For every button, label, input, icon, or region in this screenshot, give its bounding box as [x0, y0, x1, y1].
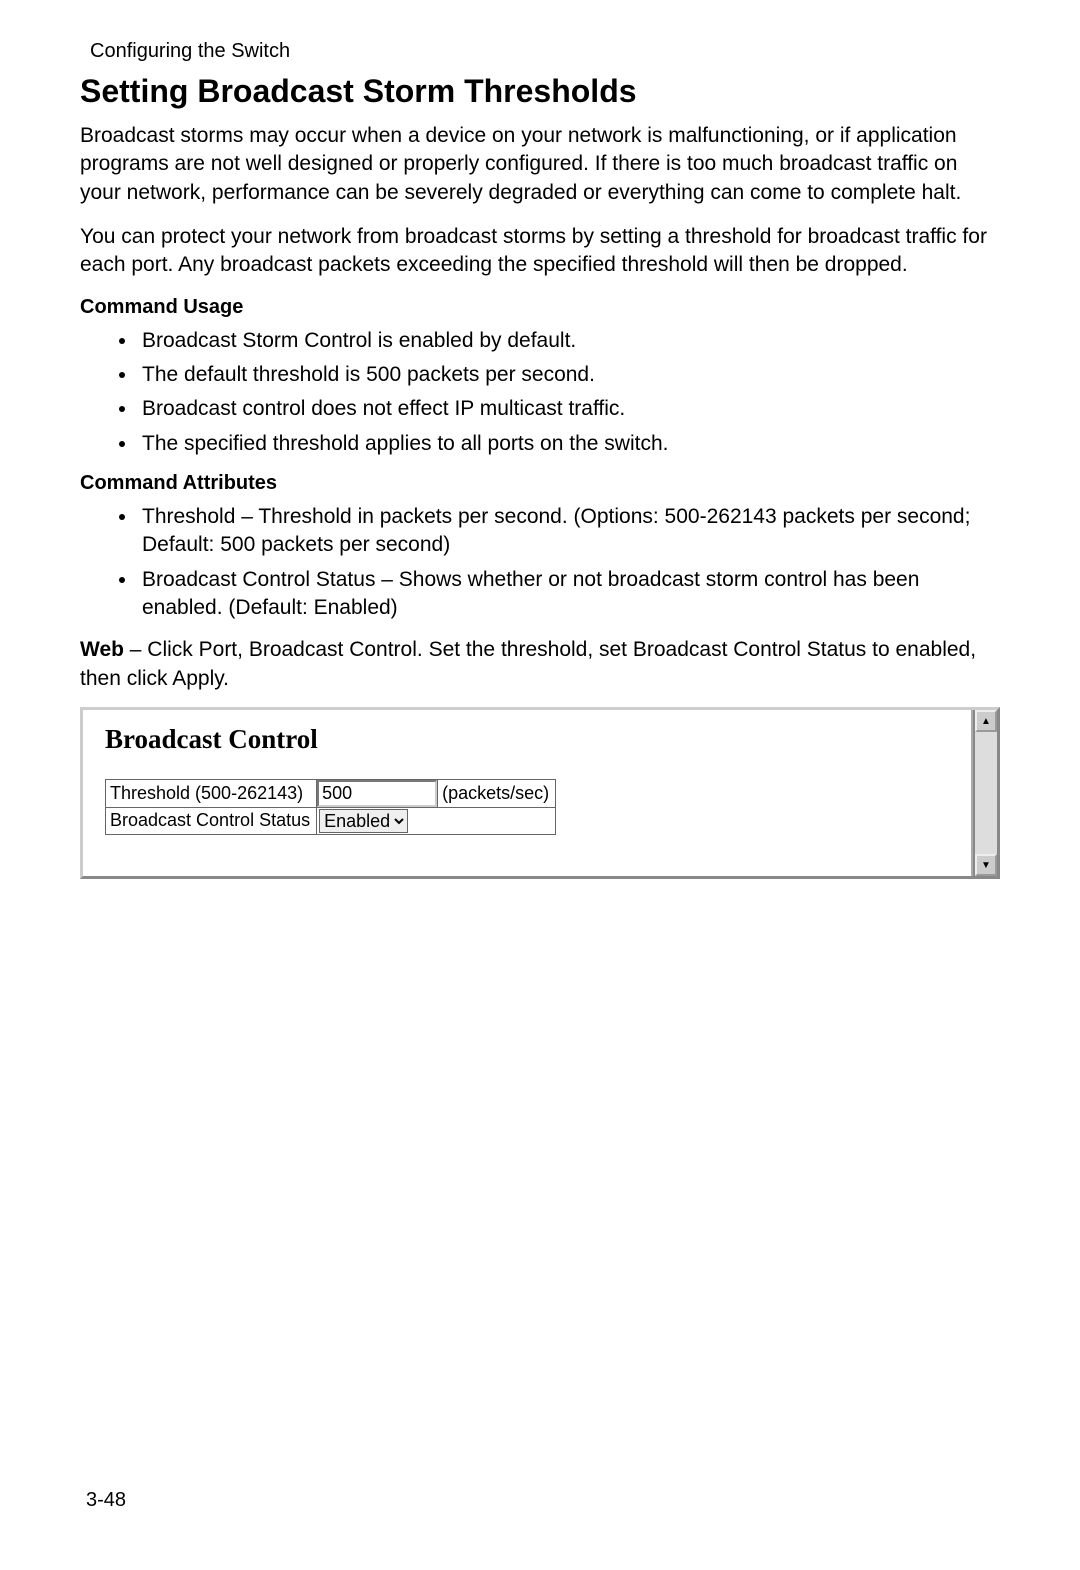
breadcrumb: Configuring the Switch — [90, 40, 1000, 63]
status-select[interactable]: Enabled — [319, 809, 408, 833]
list-item: The specified threshold applies to all p… — [138, 430, 1000, 458]
list-item: Broadcast control does not effect IP mul… — [138, 395, 1000, 423]
panel-content: Broadcast Control Threshold (500-262143)… — [83, 710, 973, 876]
web-instruction: Web – Click Port, Broadcast Control. Set… — [80, 636, 1000, 693]
list-item: Broadcast Storm Control is enabled by de… — [138, 327, 1000, 355]
list-item: The default threshold is 500 packets per… — [138, 361, 1000, 389]
broadcast-control-table: Threshold (500-262143) (packets/sec) Bro… — [105, 779, 556, 835]
table-row: Threshold (500-262143) (packets/sec) — [106, 780, 556, 808]
list-item: Threshold – Threshold in packets per sec… — [138, 503, 1000, 560]
web-text: – Click Port, Broadcast Control. Set the… — [80, 638, 976, 689]
arrow-down-icon: ▼ — [981, 860, 991, 871]
arrow-up-icon: ▲ — [981, 716, 991, 727]
page-title: Setting Broadcast Storm Thresholds — [80, 73, 1000, 110]
intro-paragraph-1: Broadcast storms may occur when a device… — [80, 122, 1000, 207]
page-number: 3-48 — [86, 1489, 126, 1512]
panel-title: Broadcast Control — [105, 724, 949, 755]
web-label: Web — [80, 638, 124, 661]
threshold-label: Threshold (500-262143) — [106, 780, 317, 808]
list-item: Broadcast Control Status – Shows whether… — [138, 566, 1000, 623]
broadcast-control-panel: Broadcast Control Threshold (500-262143)… — [80, 707, 1000, 879]
intro-paragraph-2: You can protect your network from broadc… — [80, 223, 1000, 280]
table-row: Broadcast Control Status Enabled — [106, 808, 556, 835]
command-usage-heading: Command Usage — [80, 296, 1000, 319]
scroll-track[interactable] — [975, 732, 997, 854]
scroll-down-button[interactable]: ▼ — [975, 854, 997, 876]
command-attributes-list: Threshold – Threshold in packets per sec… — [138, 503, 1000, 622]
status-label: Broadcast Control Status — [106, 808, 317, 835]
status-cell: Enabled — [317, 808, 556, 835]
threshold-input[interactable] — [317, 780, 437, 807]
threshold-unit: (packets/sec) — [438, 780, 556, 808]
command-usage-list: Broadcast Storm Control is enabled by de… — [138, 327, 1000, 458]
scrollbar[interactable]: ▲ ▼ — [973, 710, 997, 876]
scroll-up-button[interactable]: ▲ — [975, 710, 997, 732]
threshold-cell — [317, 780, 438, 808]
command-attributes-heading: Command Attributes — [80, 472, 1000, 495]
